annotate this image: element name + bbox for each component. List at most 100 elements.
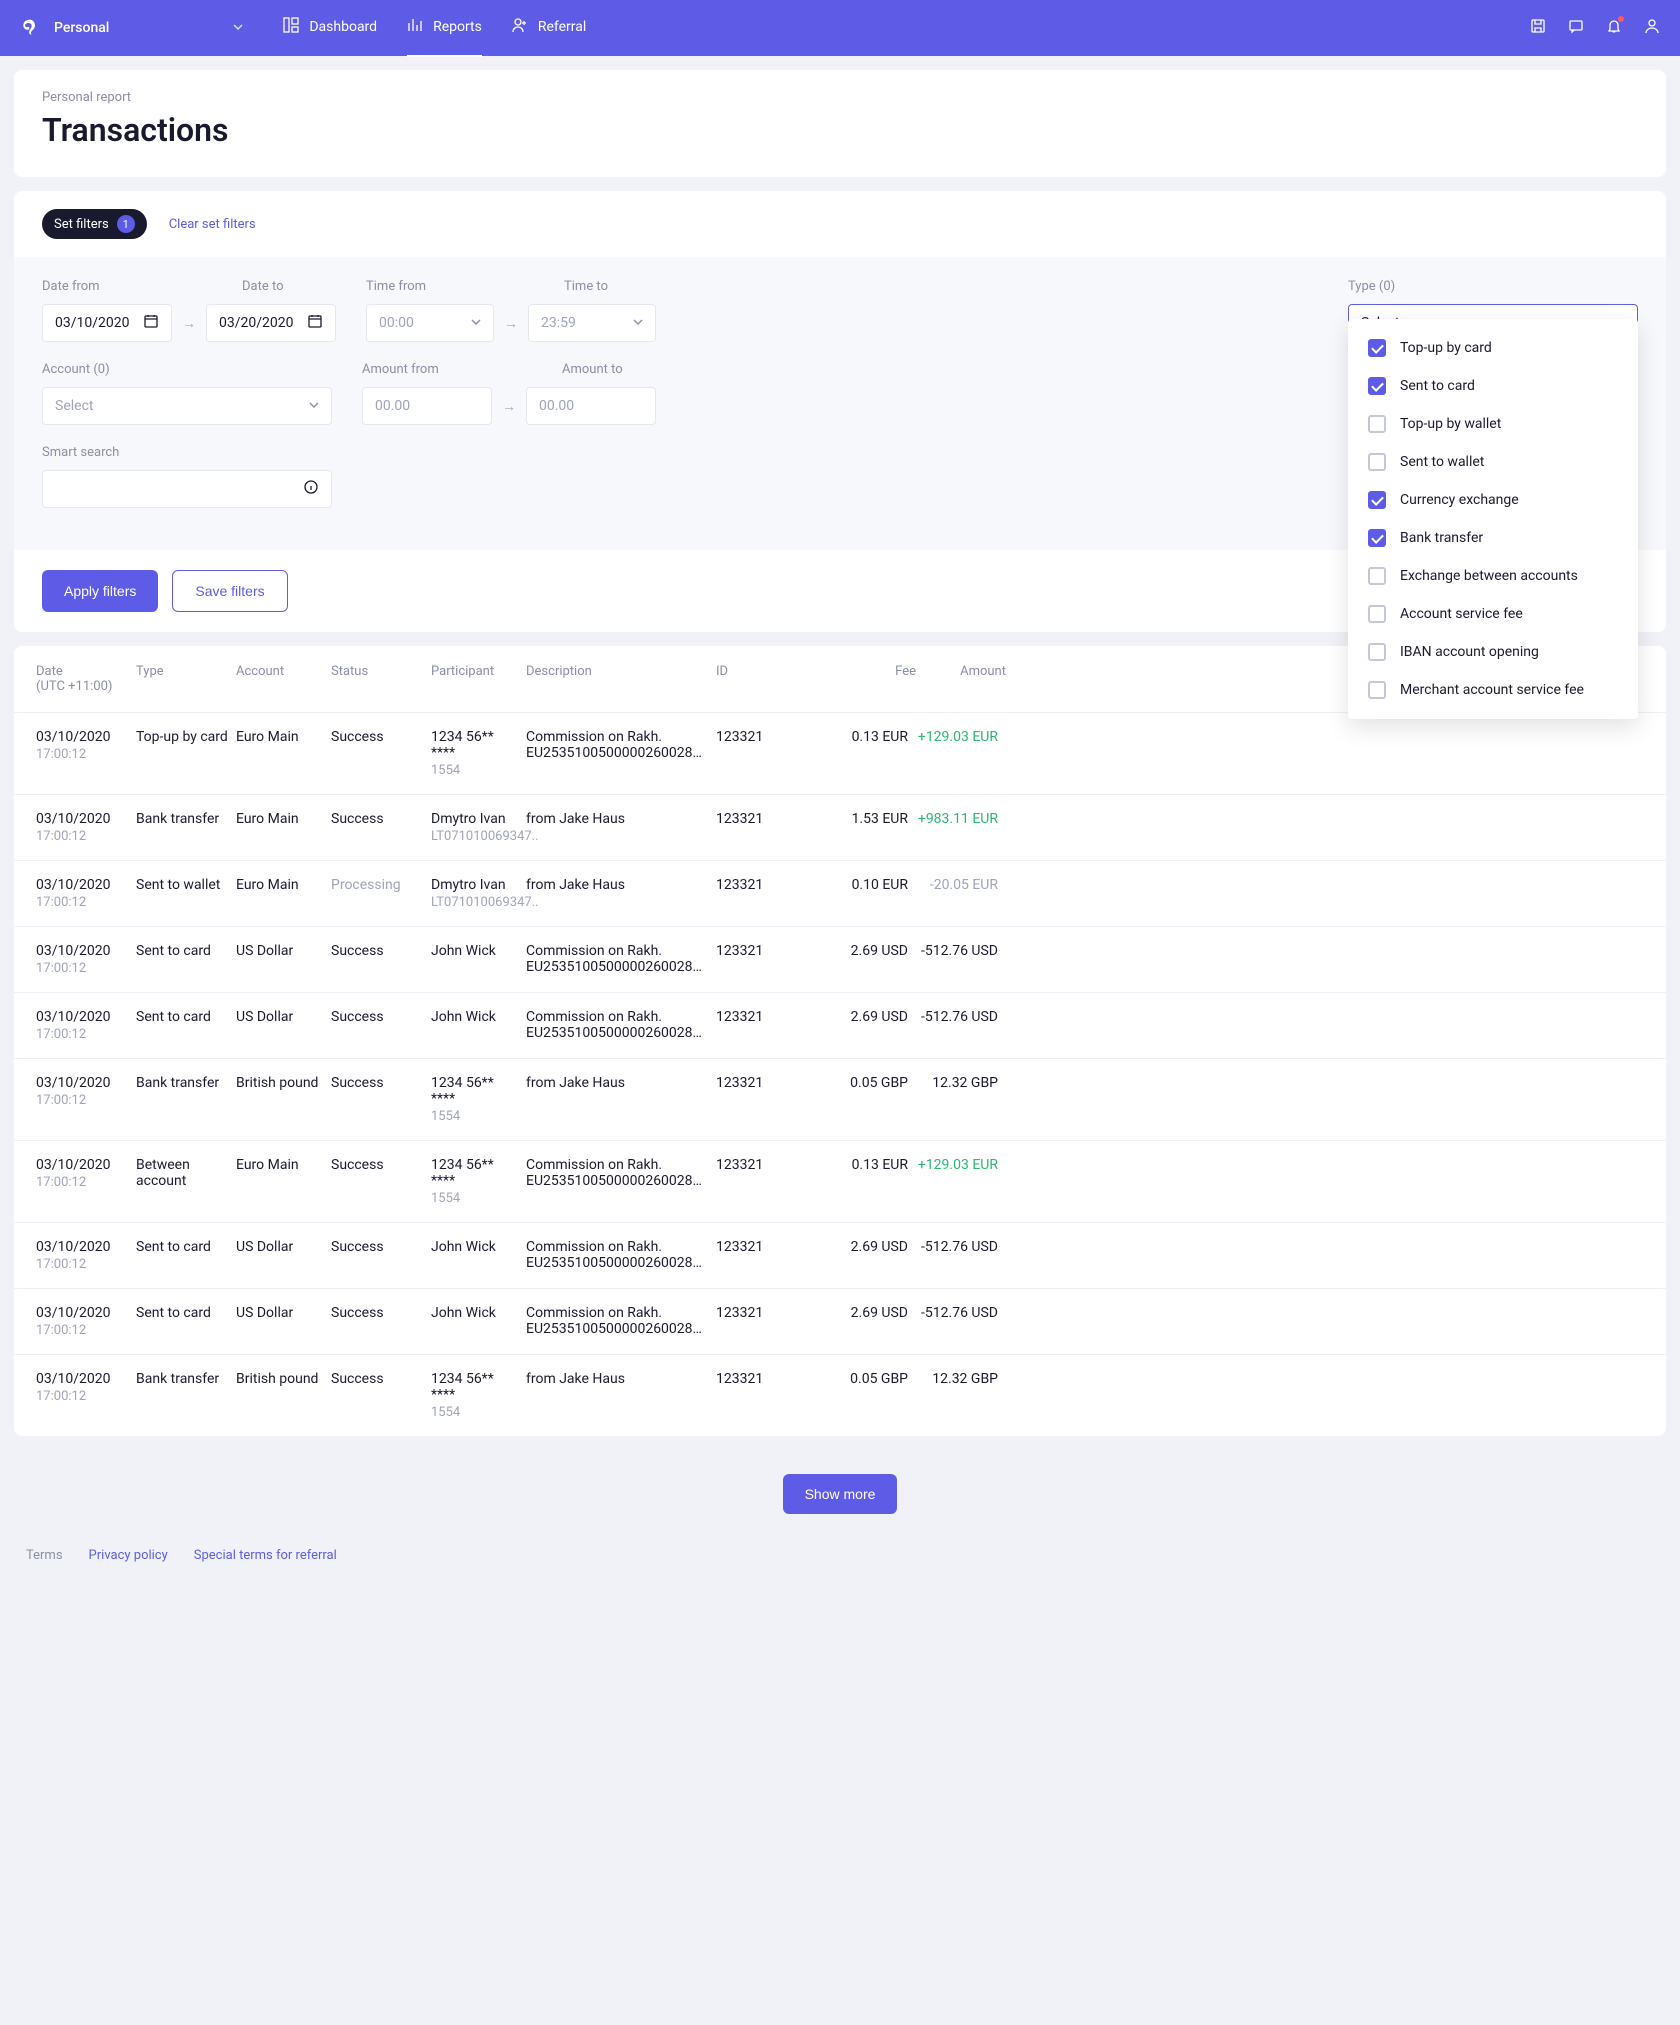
apply-filters-button[interactable]: Apply filters bbox=[42, 570, 158, 612]
type-option[interactable]: Currency exchange bbox=[1348, 481, 1638, 519]
td-type: Bank transfer bbox=[136, 1371, 236, 1387]
td-participant: John Wick bbox=[431, 943, 526, 959]
type-option[interactable]: Sent to card bbox=[1348, 367, 1638, 405]
td-description: Commission on Rakh.EU2535100500000260028… bbox=[526, 729, 716, 761]
td-description: from Jake Haus bbox=[526, 1075, 716, 1091]
clear-filters-link[interactable]: Clear set filters bbox=[169, 217, 256, 232]
footer-terms[interactable]: Terms bbox=[26, 1548, 63, 1563]
table-row[interactable]: 03/10/202017:00:12Sent to walletEuro Mai… bbox=[14, 860, 1666, 926]
td-participant: Dmytro IvanLT071010069347.. bbox=[431, 877, 526, 910]
time-from-input[interactable]: 00:00 bbox=[366, 304, 494, 342]
nav-label: Dashboard bbox=[309, 19, 377, 35]
td-id: 123321 bbox=[716, 729, 831, 745]
th-participant: Participant bbox=[431, 664, 526, 694]
date-to-input[interactable]: 03/20/2020 bbox=[206, 304, 336, 342]
date-to-value: 03/20/2020 bbox=[219, 315, 294, 331]
nav-reports[interactable]: Reports bbox=[407, 0, 482, 57]
th-description: Description bbox=[526, 664, 716, 694]
nav-referral[interactable]: Referral bbox=[512, 0, 586, 57]
breadcrumb: Personal report bbox=[42, 90, 1638, 105]
table-row[interactable]: 03/10/202017:00:12Between accountEuro Ma… bbox=[14, 1140, 1666, 1222]
td-fee: 1.53 EUR bbox=[831, 811, 916, 827]
td-type: Top-up by card bbox=[136, 729, 236, 745]
user-icon[interactable] bbox=[1644, 18, 1660, 38]
table-row[interactable]: 03/10/202017:00:12Sent to cardUS DollarS… bbox=[14, 1222, 1666, 1288]
td-type: Sent to card bbox=[136, 1305, 236, 1321]
td-status: Success bbox=[331, 1009, 431, 1025]
checkbox-icon bbox=[1368, 529, 1386, 547]
checkbox-icon bbox=[1368, 643, 1386, 661]
td-status: Success bbox=[331, 1157, 431, 1173]
td-type: Bank transfer bbox=[136, 811, 236, 827]
td-id: 123321 bbox=[716, 1075, 831, 1091]
checkbox-icon bbox=[1368, 453, 1386, 471]
td-account: US Dollar bbox=[236, 943, 331, 959]
table-row[interactable]: 03/10/202017:00:12Top-up by cardEuro Mai… bbox=[14, 712, 1666, 794]
type-option-label: Currency exchange bbox=[1400, 492, 1519, 508]
save-icon[interactable] bbox=[1530, 18, 1546, 38]
td-amount: -512.76 USD bbox=[916, 1239, 1006, 1255]
table-row[interactable]: 03/10/202017:00:12Bank transferEuro Main… bbox=[14, 794, 1666, 860]
td-status: Success bbox=[331, 1371, 431, 1387]
td-description: from Jake Haus bbox=[526, 1371, 716, 1387]
td-id: 123321 bbox=[716, 1371, 831, 1387]
td-date: 03/10/202017:00:12 bbox=[36, 1239, 136, 1272]
type-option[interactable]: Exchange between accounts bbox=[1348, 557, 1638, 595]
title-card: Personal report Transactions bbox=[14, 70, 1666, 177]
td-account: US Dollar bbox=[236, 1305, 331, 1321]
type-dropdown-panel: Top-up by cardSent to cardTop-up by wall… bbox=[1348, 319, 1638, 719]
td-type: Sent to card bbox=[136, 943, 236, 959]
smart-search-label: Smart search bbox=[42, 445, 332, 460]
td-amount: +983.11 EUR bbox=[916, 811, 1006, 827]
td-participant: 1234 56** ****1554 bbox=[431, 1371, 526, 1420]
type-option-label: Account service fee bbox=[1400, 606, 1523, 622]
th-account: Account bbox=[236, 664, 331, 694]
set-filters-chip[interactable]: Set filters 1 bbox=[42, 209, 147, 239]
show-more-button[interactable]: Show more bbox=[783, 1474, 898, 1514]
table-row[interactable]: 03/10/202017:00:12Bank transferBritish p… bbox=[14, 1058, 1666, 1140]
type-option[interactable]: Account service fee bbox=[1348, 595, 1638, 633]
brand-switcher[interactable]: Personal bbox=[20, 16, 243, 40]
td-status: Success bbox=[331, 1305, 431, 1321]
account-select[interactable]: Select bbox=[42, 387, 332, 425]
type-option[interactable]: Top-up by card bbox=[1348, 329, 1638, 367]
time-from-label: Time from bbox=[366, 279, 494, 294]
amount-from-input[interactable]: 00.00 bbox=[362, 387, 492, 425]
footer-referral[interactable]: Special terms for referral bbox=[194, 1548, 337, 1563]
account-label: Account (0) bbox=[42, 362, 332, 377]
td-type: Sent to card bbox=[136, 1239, 236, 1255]
table-row[interactable]: 03/10/202017:00:12Sent to cardUS DollarS… bbox=[14, 992, 1666, 1058]
checkbox-icon bbox=[1368, 491, 1386, 509]
checkbox-icon bbox=[1368, 415, 1386, 433]
type-option[interactable]: Sent to wallet bbox=[1348, 443, 1638, 481]
calendar-icon bbox=[307, 313, 323, 333]
type-option[interactable]: Bank transfer bbox=[1348, 519, 1638, 557]
td-fee: 2.69 USD bbox=[831, 1239, 916, 1255]
nav-dashboard[interactable]: Dashboard bbox=[283, 0, 377, 57]
save-filters-button[interactable]: Save filters bbox=[172, 570, 287, 612]
chat-icon[interactable] bbox=[1568, 18, 1584, 38]
td-description: Commission on Rakh.EU2535100500000260028… bbox=[526, 1305, 716, 1337]
date-from-input[interactable]: 03/10/2020 bbox=[42, 304, 172, 342]
type-option-label: Bank transfer bbox=[1400, 530, 1483, 546]
th-status: Status bbox=[331, 664, 431, 694]
type-option[interactable]: Top-up by wallet bbox=[1348, 405, 1638, 443]
td-participant: John Wick bbox=[431, 1305, 526, 1321]
type-option[interactable]: Merchant account service fee bbox=[1348, 671, 1638, 709]
td-id: 123321 bbox=[716, 811, 831, 827]
arrow-right-icon: → bbox=[502, 398, 516, 415]
td-participant: Dmytro IvanLT071010069347.. bbox=[431, 811, 526, 844]
amount-to-input[interactable]: 00.00 bbox=[526, 387, 656, 425]
td-account: Euro Main bbox=[236, 811, 331, 827]
table-row[interactable]: 03/10/202017:00:12Sent to cardUS DollarS… bbox=[14, 926, 1666, 992]
footer-privacy[interactable]: Privacy policy bbox=[89, 1548, 168, 1563]
type-option[interactable]: IBAN account opening bbox=[1348, 633, 1638, 671]
table-row[interactable]: 03/10/202017:00:12Bank transferBritish p… bbox=[14, 1354, 1666, 1436]
smart-search-input[interactable] bbox=[42, 470, 332, 508]
time-to-input[interactable]: 23:59 bbox=[528, 304, 656, 342]
bell-icon[interactable] bbox=[1606, 18, 1622, 38]
arrow-right-icon: → bbox=[504, 315, 518, 332]
table-row[interactable]: 03/10/202017:00:12Sent to cardUS DollarS… bbox=[14, 1288, 1666, 1354]
amount-to-value: 00.00 bbox=[539, 398, 574, 414]
td-fee: 0.13 EUR bbox=[831, 1157, 916, 1173]
